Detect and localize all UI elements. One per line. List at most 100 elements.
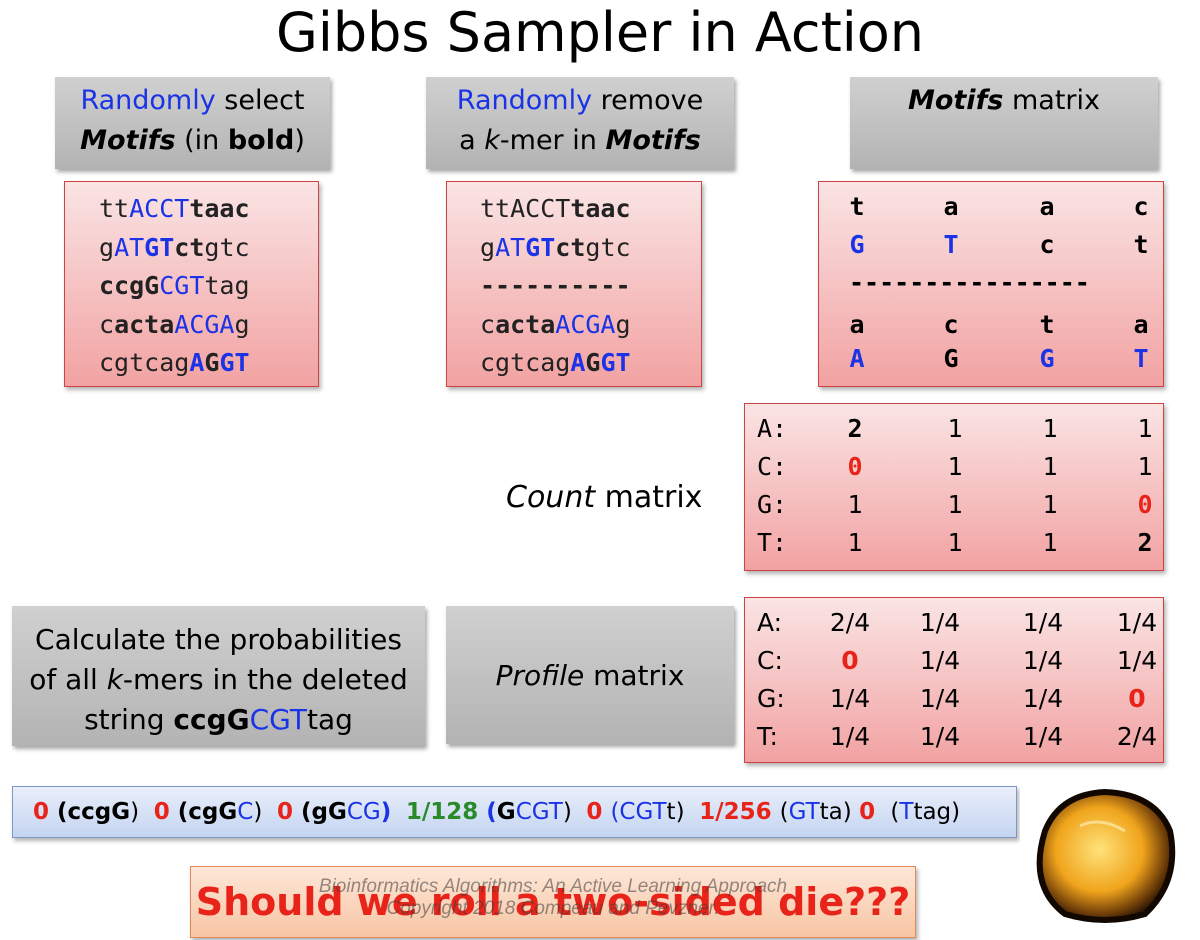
profile-cell: 2/4 xyxy=(829,608,871,637)
probability-segment: 1/256 xyxy=(699,799,780,825)
sequence-segment: GT xyxy=(600,348,631,377)
motif-cell: G xyxy=(1039,344,1055,373)
sequence-line: gATGTctgtc xyxy=(480,229,701,268)
sequence-segment: T xyxy=(174,194,190,223)
sequence-segment: ACGA xyxy=(555,309,616,339)
sequence-line: cgtcagAGGT xyxy=(480,344,701,383)
sequence-segment: taac xyxy=(189,194,250,223)
probability-segment: ( xyxy=(57,799,68,825)
calculate-probabilities-box: Calculate the probabilities of all k-mer… xyxy=(12,606,425,746)
count-row-label: T: xyxy=(757,528,788,557)
profile-cell: 1/4 xyxy=(1116,646,1158,675)
calc-line-2c: -mers in the deleted xyxy=(122,663,408,696)
sequence-segment: ct xyxy=(555,232,586,262)
motif-cell: c xyxy=(1039,230,1055,259)
sequence-segment: taac xyxy=(570,194,631,223)
probability-segment: ( xyxy=(177,799,189,825)
sequence-line: cactaACGAg xyxy=(480,306,701,345)
motif-cell: t xyxy=(1133,230,1149,259)
sequence-line: ttACCTtaac xyxy=(99,190,318,229)
probability-segment: 0 xyxy=(586,799,611,825)
profile-matrix: A: 2/4 1/4 1/4 1/4 C: 0 1/4 1/4 1/4 G: 1/4 1/4 1/4 0 T:… xyxy=(744,597,1164,763)
sequence-segment: ---------- xyxy=(480,271,631,300)
motifs-matrix-box: Motifs matrix xyxy=(850,77,1158,169)
motifs-sequences-box: ttACCTtaac gATGTctgtc ccgGCGTtag cactaACGAg… xyxy=(64,181,319,387)
k-word: k xyxy=(484,125,500,156)
sequence-line: gATGTctgtc xyxy=(99,229,318,268)
profile-cell: 0 xyxy=(841,646,859,675)
sequence-segment: g xyxy=(99,232,115,262)
motif-cell: G xyxy=(943,344,959,373)
probability-segment: ta) xyxy=(819,799,860,825)
profile-cell: 1/4 xyxy=(829,684,871,713)
probability-segment: 0 xyxy=(276,799,301,825)
randomly-word: Randomly xyxy=(80,85,216,116)
probability-segment: ( xyxy=(300,799,312,825)
sequence-segment: GT xyxy=(525,232,556,262)
count-cell: 2 xyxy=(1137,528,1153,557)
count-cell: 1 xyxy=(1137,452,1153,481)
count-cell: 1 xyxy=(847,528,863,557)
profile-cell: 1/4 xyxy=(919,684,961,713)
randomly-word-2: Randomly xyxy=(456,85,593,116)
probability-segment: 0 xyxy=(33,799,58,825)
profile-cell: 1/4 xyxy=(1022,722,1064,751)
calc-line-2a: of all xyxy=(29,663,107,696)
motif-cell: A xyxy=(849,344,865,373)
sequence-segment: ct xyxy=(174,232,205,262)
probability-segment xyxy=(391,799,406,825)
calc-line-1: Calculate the probabilities xyxy=(35,623,402,656)
calc-line-3a: string xyxy=(84,703,174,736)
sequence-segment: ttACCT xyxy=(480,194,571,223)
sequence-segment: A xyxy=(570,348,586,377)
sequence-line: ttACCTtaac xyxy=(480,190,701,229)
matrix-word: matrix xyxy=(1003,85,1100,116)
probability-segment: ( xyxy=(779,799,789,825)
motif-cell: t xyxy=(1039,310,1055,339)
count-cell: 1 xyxy=(947,414,963,443)
count-cell: 1 xyxy=(1137,414,1153,443)
a-word: a xyxy=(459,125,485,156)
sequence-segment: tt xyxy=(99,194,130,223)
count-row-label: G: xyxy=(757,490,788,519)
probability-segment: ( xyxy=(486,799,497,825)
probability-segment: CG xyxy=(346,799,381,825)
count-cell: 0 xyxy=(847,452,863,481)
probability-segment: cgG xyxy=(188,799,238,825)
count-cell: 1 xyxy=(1042,452,1058,481)
probability-segment: CGT xyxy=(619,799,667,825)
probability-segment: gG xyxy=(311,799,347,825)
motif-cell: T xyxy=(1133,344,1149,373)
profile-cell: 1/4 xyxy=(1022,646,1064,675)
profile-cell: 1/4 xyxy=(1022,684,1064,713)
profile-row-label: G: xyxy=(757,684,785,713)
motif-cell: t xyxy=(849,192,865,221)
calc-k: k xyxy=(106,663,123,696)
motifs-word-2: Motifs xyxy=(605,125,701,156)
motif-cell: G xyxy=(849,230,865,259)
motif-cell: c xyxy=(943,310,959,339)
sequence-segment: G xyxy=(204,348,220,377)
bold-word: bold xyxy=(227,125,295,156)
sequence-segment: G xyxy=(585,348,601,377)
sequence-segment: A xyxy=(189,348,205,377)
count-cell: 0 xyxy=(1137,490,1153,519)
probability-segment: T xyxy=(899,799,914,825)
deleted-tail: tag xyxy=(306,703,353,736)
sequence-segment: c xyxy=(480,309,496,339)
randomly-select-box: Randomly select Motifs (in bold) xyxy=(55,77,330,169)
matrix-word-2: matrix xyxy=(595,480,703,515)
count-cell: 1 xyxy=(947,528,963,557)
profile-matrix-box: Profile matrix xyxy=(446,606,734,744)
probability-segment: ccgG xyxy=(67,799,131,825)
probability-segment: tag) xyxy=(913,799,961,825)
motif-cell: a xyxy=(1133,310,1149,339)
sequence-line: cgtcagAGGT xyxy=(99,344,318,383)
probability-segment: 0 xyxy=(153,799,178,825)
profile-cell: 1/4 xyxy=(1022,608,1064,637)
remove-word: remove xyxy=(592,85,704,116)
paren: ) xyxy=(294,125,305,156)
deleted-blue: CGT xyxy=(249,703,307,736)
probability-segment: G xyxy=(496,799,516,825)
count-row-label: C: xyxy=(757,452,788,481)
